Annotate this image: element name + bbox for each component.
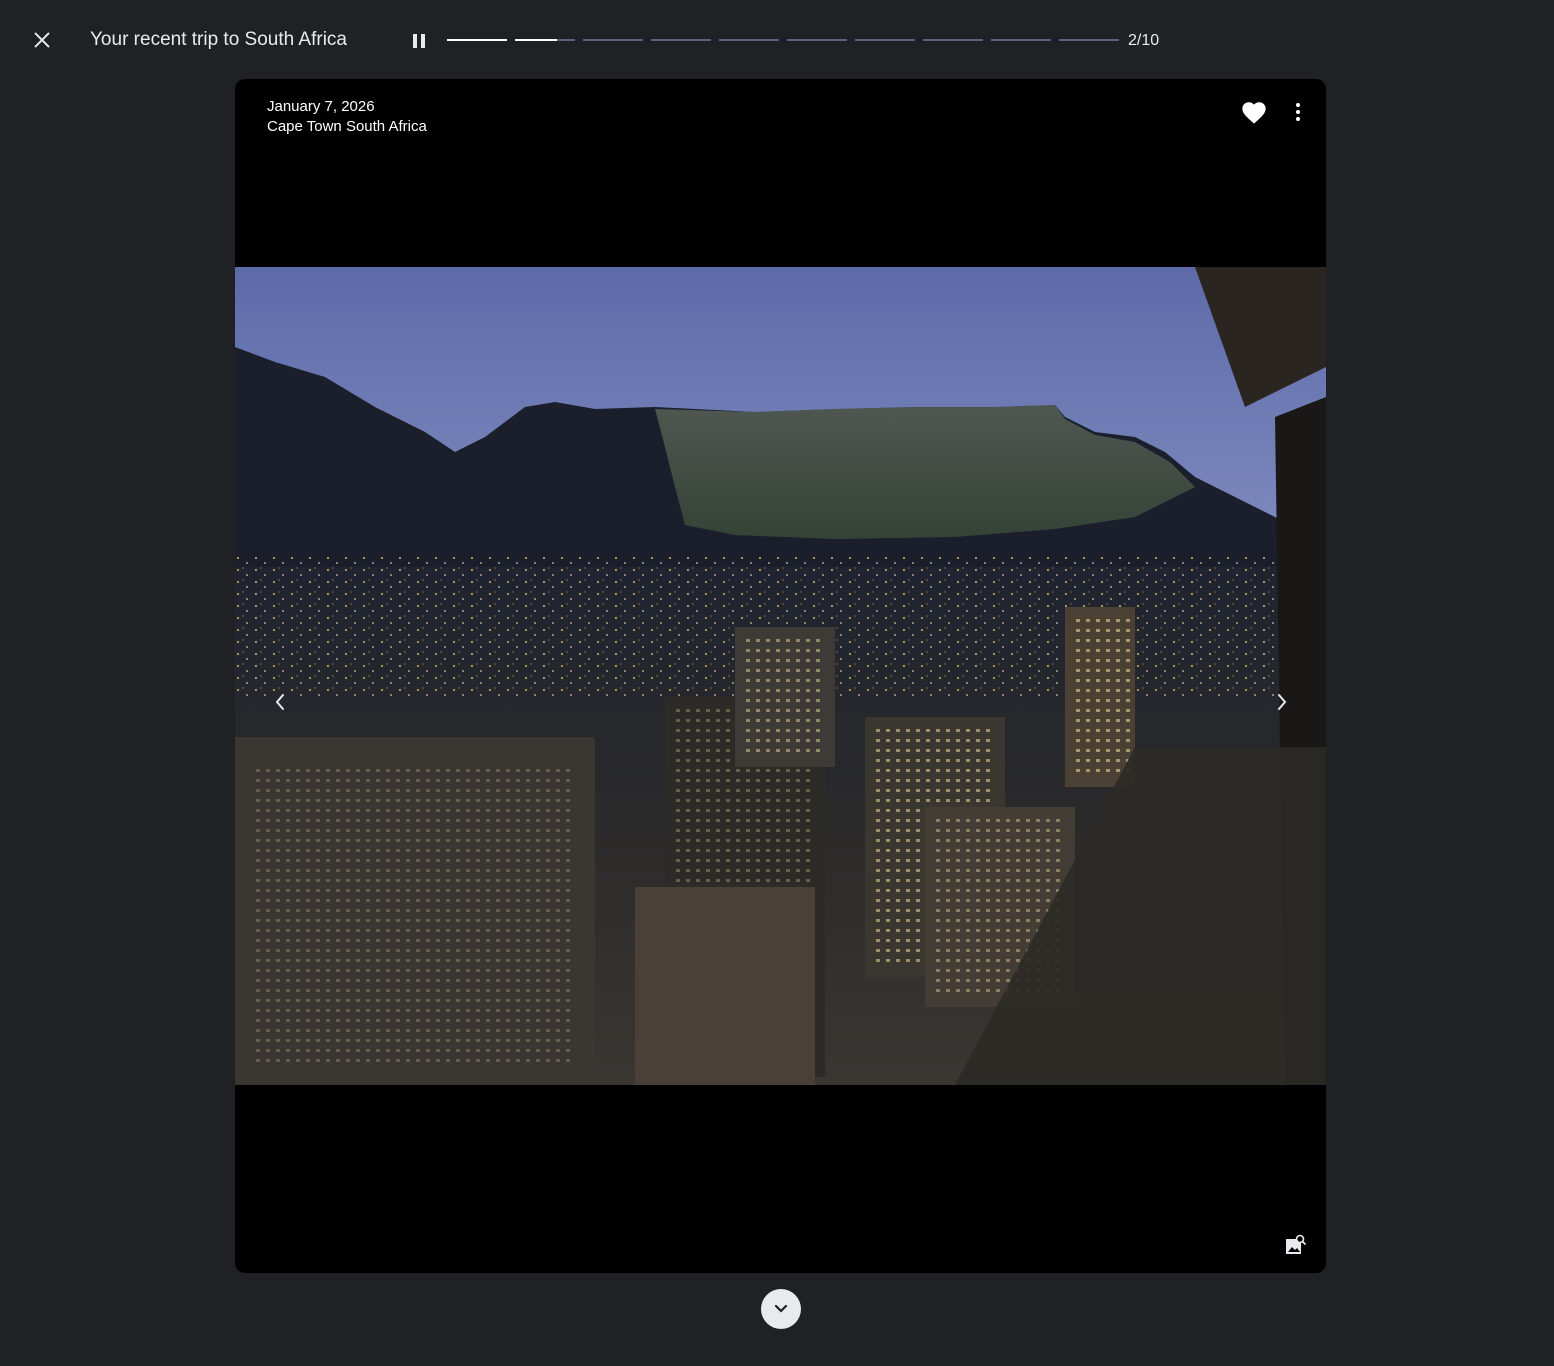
pause-button[interactable] bbox=[404, 26, 434, 56]
progress-segment-3 bbox=[583, 39, 643, 41]
cape-town-night-photo bbox=[235, 267, 1326, 1085]
photo-meta: January 7, 2026 Cape Town South Africa bbox=[267, 97, 427, 137]
story-progress-bar bbox=[447, 39, 1121, 41]
story-header: Your recent trip to South Africa 2/10 bbox=[0, 0, 1554, 80]
memory-title: Your recent trip to South Africa bbox=[90, 29, 348, 50]
heart-icon bbox=[1242, 102, 1266, 124]
progress-segment-1 bbox=[447, 39, 507, 41]
more-options-button[interactable] bbox=[1285, 95, 1311, 129]
progress-segment-9 bbox=[991, 39, 1051, 41]
chevron-right-icon bbox=[1278, 694, 1287, 710]
progress-segment-fill bbox=[447, 39, 507, 41]
previous-photo-button[interactable] bbox=[265, 687, 295, 717]
progress-segment-7 bbox=[855, 39, 915, 41]
favorite-button[interactable] bbox=[1237, 95, 1271, 129]
more-vert-icon bbox=[1296, 103, 1300, 121]
photo-date: January 7, 2026 bbox=[267, 98, 375, 115]
close-button[interactable] bbox=[22, 20, 62, 60]
progress-segment-6 bbox=[787, 39, 847, 41]
photo-location: Cape Town South Africa bbox=[267, 118, 427, 135]
chevron-left-icon bbox=[275, 694, 284, 710]
progress-segment-4 bbox=[651, 39, 711, 41]
image-search-button[interactable] bbox=[1283, 1231, 1307, 1259]
chevron-down-icon bbox=[774, 1304, 788, 1313]
progress-segment-5 bbox=[719, 39, 779, 41]
pause-icon bbox=[413, 34, 425, 48]
progress-segment-8 bbox=[923, 39, 983, 41]
image-search-icon bbox=[1286, 1234, 1306, 1254]
next-photo-button[interactable] bbox=[1267, 687, 1297, 717]
progress-segment-fill bbox=[515, 39, 557, 41]
expand-details-button[interactable] bbox=[761, 1289, 801, 1329]
slide-counter: 2/10 bbox=[1128, 32, 1160, 49]
progress-segment-10 bbox=[1059, 39, 1119, 41]
photo-card: January 7, 2026 Cape Town South Africa bbox=[235, 79, 1326, 1273]
close-icon bbox=[34, 32, 50, 48]
progress-segment-2 bbox=[515, 39, 575, 41]
